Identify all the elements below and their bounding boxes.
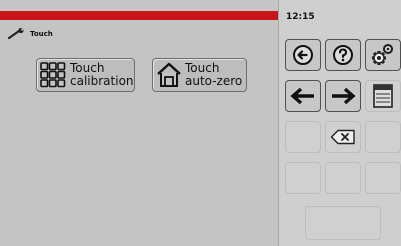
keypad-grid-icon (39, 61, 67, 89)
touch-auto-zero-label: Touch auto-zero (185, 61, 243, 88)
left-arrow-button[interactable] (285, 80, 321, 112)
keypad-blank-button[interactable] (325, 162, 361, 194)
gears-icon (370, 42, 396, 68)
keypad-blank-button[interactable] (285, 121, 321, 153)
screen: Touch Touch calibration Touch auto-zero … (0, 0, 401, 246)
keypad-blank-button[interactable] (365, 162, 401, 194)
touch-calibration-button[interactable]: Touch calibration (36, 58, 135, 92)
header-bar (0, 11, 278, 20)
panel-button[interactable] (365, 80, 401, 112)
back-button[interactable] (285, 39, 321, 71)
keypad-blank-button[interactable] (285, 162, 321, 194)
backspace-icon (330, 129, 356, 145)
backspace-button[interactable] (325, 121, 361, 153)
breadcrumb-label: Touch (30, 30, 53, 38)
wrench-icon (8, 28, 26, 40)
keypad-blank-button[interactable] (365, 121, 401, 153)
help-circle-icon (332, 44, 354, 66)
right-arrow-button[interactable] (325, 80, 361, 112)
keypad-wide-button[interactable] (305, 206, 381, 240)
touch-calibration-label: Touch calibration (70, 61, 134, 88)
arrow-right-icon (330, 86, 356, 106)
clock: 12:15 (286, 12, 315, 22)
help-button[interactable] (325, 39, 361, 71)
main-panel (0, 20, 278, 246)
home-icon (156, 61, 182, 89)
back-circle-icon (292, 44, 314, 66)
breadcrumb: Touch (8, 26, 53, 42)
touch-auto-zero-button[interactable]: Touch auto-zero (152, 58, 247, 92)
arrow-left-icon (290, 86, 316, 106)
settings-button[interactable] (365, 39, 401, 71)
panel-icon (373, 84, 393, 108)
